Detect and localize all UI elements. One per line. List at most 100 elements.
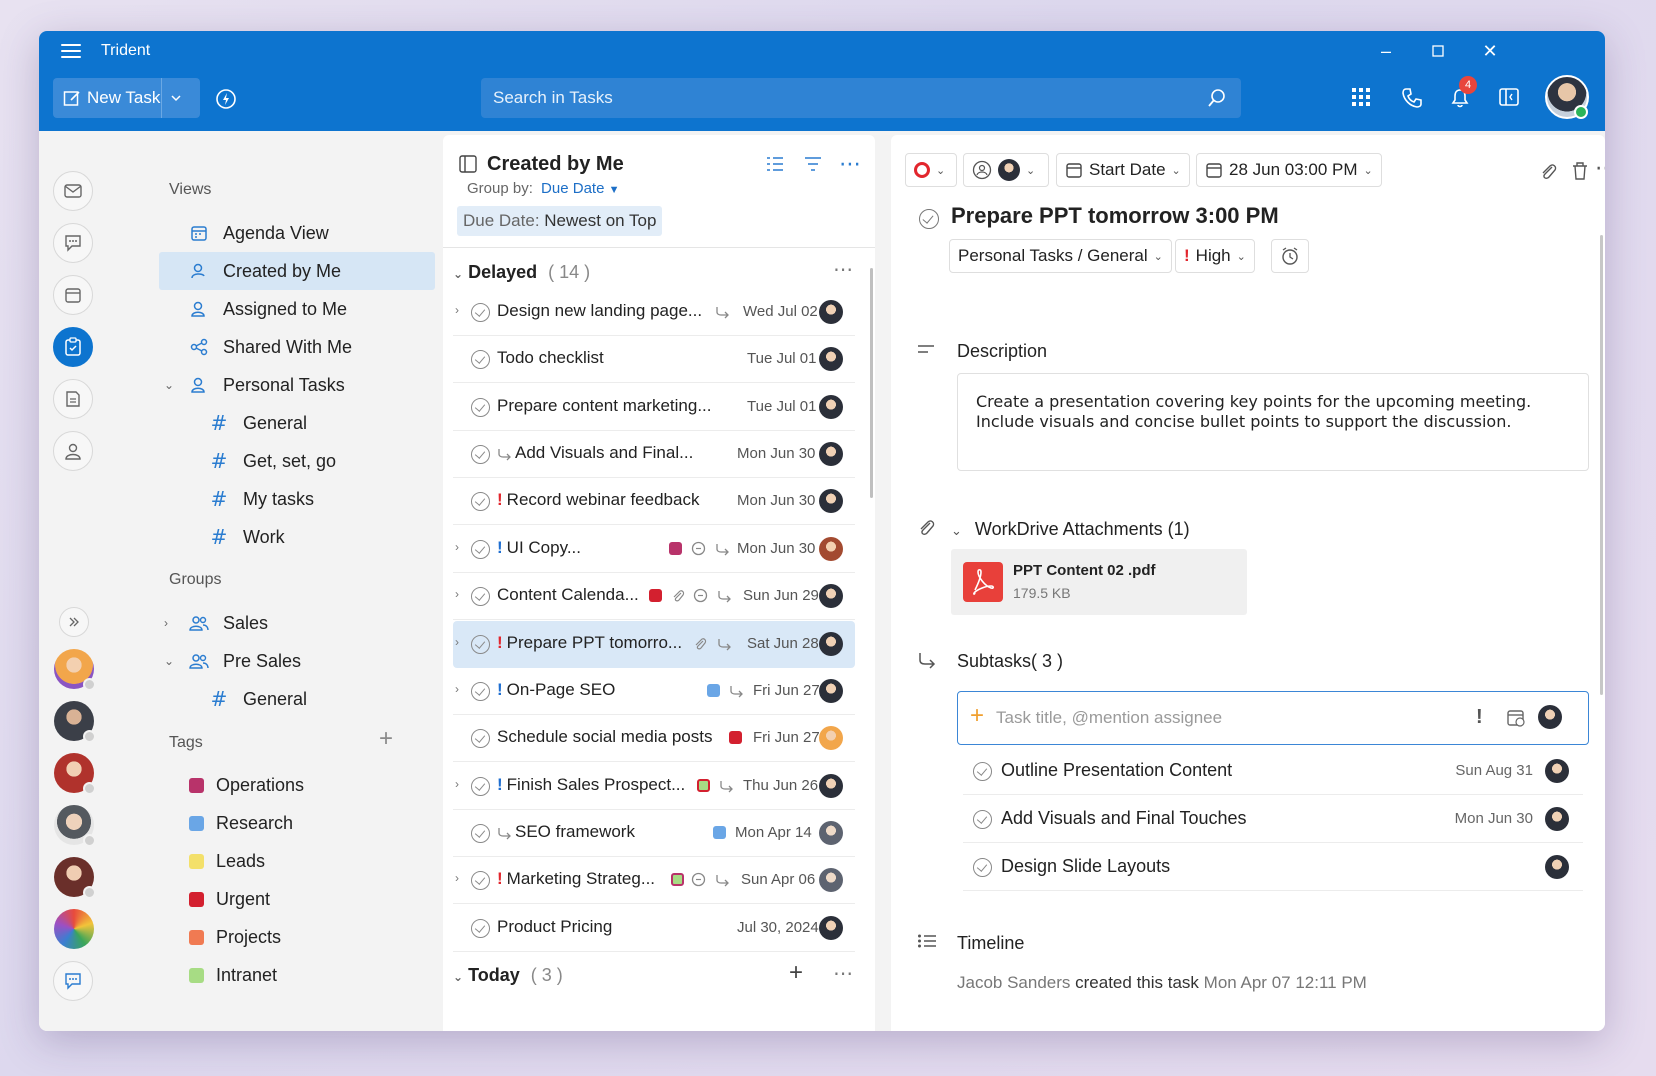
scrollbar[interactable] bbox=[1600, 235, 1603, 695]
chevron-down-icon[interactable]: ▼ bbox=[609, 184, 620, 196]
project-select[interactable]: Personal Tasks / General ⌄ bbox=[949, 239, 1172, 273]
assignee-avatar[interactable] bbox=[819, 395, 843, 419]
complete-checkbox[interactable] bbox=[471, 398, 490, 417]
complete-checkbox[interactable] bbox=[471, 729, 490, 748]
task-row[interactable]: › ! On-Page SEO Fri Jun 27 bbox=[453, 668, 855, 715]
tag-item-projects[interactable]: Projects bbox=[159, 918, 435, 956]
more-options-icon[interactable]: ⋯ bbox=[833, 257, 854, 282]
panel-toggle-icon[interactable] bbox=[459, 155, 477, 178]
assignee-avatar[interactable] bbox=[819, 489, 843, 513]
sidebar-item-agenda-view[interactable]: Agenda View bbox=[159, 214, 435, 252]
tag-item-research[interactable]: Research bbox=[159, 804, 435, 842]
sidebar-item-created-by-me[interactable]: Created by Me bbox=[159, 252, 435, 290]
sort-chip[interactable]: Due Date: Newest on Top bbox=[457, 206, 663, 236]
calendar-icon[interactable] bbox=[53, 275, 93, 315]
expand-icon[interactable]: › bbox=[455, 777, 459, 791]
task-row[interactable]: › ! Marketing Strateg... Sun Apr 06 bbox=[453, 857, 855, 904]
minimize-icon[interactable]: – bbox=[1371, 39, 1401, 63]
menu-icon[interactable] bbox=[61, 44, 81, 58]
task-row[interactable]: ! Record webinar feedback Mon Jun 30 bbox=[453, 478, 855, 525]
sidebar-item-get-set-go[interactable]: # Get, set, go bbox=[159, 442, 435, 480]
assignee-avatar[interactable] bbox=[819, 726, 843, 750]
expand-icon[interactable]: › bbox=[455, 635, 459, 649]
tag-item-leads[interactable]: Leads bbox=[159, 842, 435, 880]
group-header-today[interactable]: ⌄ Today ( 3 ) bbox=[453, 965, 563, 986]
complete-checkbox[interactable] bbox=[471, 445, 490, 464]
assignee-avatar[interactable] bbox=[819, 537, 843, 561]
task-row[interactable]: Product Pricing Jul 30, 2024 bbox=[453, 905, 855, 952]
chevron-right-icon[interactable]: › bbox=[164, 616, 168, 630]
sidebar-item-pre-sales-general[interactable]: # General bbox=[159, 680, 435, 718]
search-icon[interactable] bbox=[1207, 88, 1227, 108]
task-row[interactable]: Prepare content marketing... Tue Jul 01 bbox=[453, 384, 855, 431]
subtask-row[interactable]: Design Slide Layouts bbox=[963, 843, 1583, 891]
subtask-row[interactable]: Add Visuals and Final Touches Mon Jun 30 bbox=[963, 795, 1583, 843]
task-row[interactable]: Add Visuals and Final... Mon Jun 30 bbox=[453, 431, 855, 478]
close-icon[interactable]: ✕ bbox=[1475, 39, 1505, 63]
new-task-dropdown[interactable] bbox=[161, 78, 191, 118]
complete-checkbox[interactable] bbox=[471, 682, 490, 701]
apps-grid-icon[interactable] bbox=[1351, 87, 1371, 112]
subtask-input[interactable]: + Task title, @mention assignee ! bbox=[957, 691, 1589, 745]
chat-icon[interactable] bbox=[53, 223, 93, 263]
task-title[interactable]: Prepare PPT tomorrow 3:00 PM bbox=[951, 203, 1279, 229]
sidebar-item-assigned-to-me[interactable]: Assigned to Me bbox=[159, 290, 435, 328]
task-row[interactable]: › Content Calenda... Sun Jun 29 bbox=[453, 573, 855, 620]
complete-checkbox[interactable] bbox=[471, 919, 490, 938]
assignee-avatar[interactable] bbox=[819, 679, 843, 703]
more-options-icon[interactable]: ⋯ bbox=[1595, 155, 1605, 181]
sidebar-item-shared-with-me[interactable]: Shared With Me bbox=[159, 328, 435, 366]
complete-checkbox[interactable] bbox=[471, 303, 490, 322]
complete-checkbox[interactable] bbox=[471, 635, 490, 654]
assignee-avatar[interactable] bbox=[819, 347, 843, 371]
task-row[interactable]: SEO framework Mon Apr 14 bbox=[453, 810, 855, 857]
filter-icon[interactable] bbox=[803, 155, 823, 178]
status-select[interactable]: ⌄ bbox=[905, 153, 957, 187]
subtask-row[interactable]: Outline Presentation Content Sun Aug 31 bbox=[963, 747, 1583, 795]
expand-icon[interactable]: › bbox=[455, 303, 459, 317]
calendar-icon[interactable] bbox=[1506, 708, 1526, 733]
attachment-card[interactable]: PPT Content 02 .pdf 179.5 KB bbox=[951, 549, 1247, 615]
due-date-select[interactable]: 28 Jun 03:00 PM ⌄ bbox=[1196, 153, 1382, 187]
assignee-avatar[interactable] bbox=[1545, 807, 1569, 831]
assignee-avatar[interactable] bbox=[819, 584, 843, 608]
assignee-avatar[interactable] bbox=[1545, 759, 1569, 783]
expand-icon[interactable]: › bbox=[455, 871, 459, 885]
notes-icon[interactable] bbox=[53, 379, 93, 419]
maximize-icon[interactable] bbox=[1423, 39, 1453, 63]
assignee-avatar[interactable] bbox=[819, 300, 843, 324]
side-panel-icon[interactable] bbox=[1499, 87, 1519, 112]
assignee-avatar[interactable] bbox=[819, 868, 843, 892]
tag-item-intranet[interactable]: Intranet bbox=[159, 956, 435, 994]
complete-checkbox[interactable] bbox=[973, 858, 992, 877]
assignee-avatar[interactable] bbox=[819, 632, 843, 656]
avatar[interactable] bbox=[54, 649, 96, 691]
chevron-down-icon[interactable]: ⌄ bbox=[164, 654, 174, 668]
avatar[interactable] bbox=[54, 753, 96, 795]
task-row[interactable]: › Design new landing page... Wed Jul 02 bbox=[453, 289, 855, 336]
complete-checkbox[interactable] bbox=[973, 810, 992, 829]
assignee-avatar[interactable] bbox=[1545, 855, 1569, 879]
tasks-icon[interactable] bbox=[53, 327, 93, 367]
expand-icon[interactable]: › bbox=[455, 587, 459, 601]
assignee-select[interactable]: ⌄ bbox=[963, 153, 1049, 187]
task-row[interactable]: Schedule social media posts Fri Jun 27 bbox=[453, 715, 855, 762]
reminder-button[interactable] bbox=[1271, 239, 1309, 273]
attachment-icon[interactable] bbox=[1539, 161, 1557, 186]
avatar[interactable] bbox=[54, 805, 96, 847]
complete-checkbox[interactable] bbox=[471, 777, 490, 796]
sidebar-item-personal-tasks[interactable]: ⌄ Personal Tasks bbox=[159, 366, 435, 404]
complete-checkbox[interactable] bbox=[471, 540, 490, 559]
sidebar-item-work[interactable]: # Work bbox=[159, 518, 435, 556]
list-layout-icon[interactable] bbox=[765, 155, 785, 178]
search-input[interactable]: Search in Tasks bbox=[481, 78, 1241, 118]
assignee-avatar[interactable] bbox=[819, 442, 843, 466]
add-tag-button[interactable]: + bbox=[379, 725, 393, 753]
priority-icon[interactable]: ! bbox=[1476, 706, 1483, 729]
scrollbar[interactable] bbox=[870, 268, 873, 498]
tag-item-urgent[interactable]: Urgent bbox=[159, 880, 435, 918]
complete-checkbox[interactable] bbox=[973, 762, 992, 781]
complete-checkbox[interactable] bbox=[471, 587, 490, 606]
expand-icon[interactable]: › bbox=[455, 540, 459, 554]
assignee-avatar[interactable] bbox=[819, 916, 843, 940]
